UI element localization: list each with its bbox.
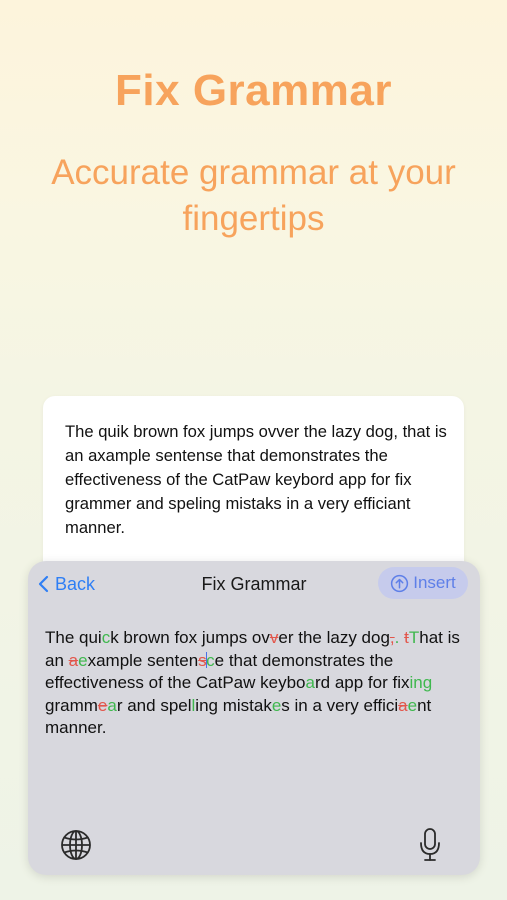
text-segment: s in a very effici	[281, 695, 399, 715]
added-text: e	[271, 695, 282, 715]
added-text: e	[78, 650, 88, 670]
text-segment: ing mistak	[195, 695, 272, 715]
microphone-icon[interactable]	[418, 827, 442, 868]
grammar-keyboard-panel: Back Fix Grammar Insert The quick brown …	[28, 561, 480, 875]
removed-text: a	[68, 650, 79, 670]
hero-title: Fix Grammar	[115, 66, 392, 115]
insert-button-label: Insert	[413, 573, 456, 592]
hero-subtitle: Accurate grammar at your fingertips	[51, 153, 456, 238]
added-text: c	[101, 628, 111, 647]
text-segment: xample senten	[87, 650, 199, 670]
added-text: a	[305, 673, 315, 692]
text-segment: er the lazy dog	[278, 628, 390, 647]
insert-button[interactable]: Insert	[378, 567, 468, 599]
text-segment: The qui	[45, 628, 102, 647]
added-text: e	[407, 695, 418, 715]
added-text: a	[107, 695, 117, 715]
added-text: ing	[409, 673, 433, 692]
removed-text: e	[97, 695, 108, 715]
source-text: The quik brown fox jumps ovver the lazy …	[65, 422, 447, 537]
text-segment: gramm	[45, 695, 98, 715]
text-segment: k brown fox jumps ov	[110, 628, 270, 647]
globe-icon[interactable]	[59, 828, 93, 867]
text-segment: rd app for fix	[314, 673, 410, 692]
chevron-left-icon	[38, 575, 49, 593]
added-text: T	[408, 628, 420, 647]
arrow-up-circle-icon	[391, 574, 409, 592]
text-segment: r and spel	[116, 695, 192, 715]
removed-text: a	[398, 695, 408, 715]
back-button[interactable]: Back	[38, 571, 95, 597]
corrected-text[interactable]: The quick brown fox jumps ovver the lazy…	[45, 627, 465, 740]
source-text-card[interactable]: The quik brown fox jumps ovver the lazy …	[43, 396, 464, 586]
added-text: c	[206, 650, 215, 670]
back-button-label: Back	[55, 573, 96, 594]
